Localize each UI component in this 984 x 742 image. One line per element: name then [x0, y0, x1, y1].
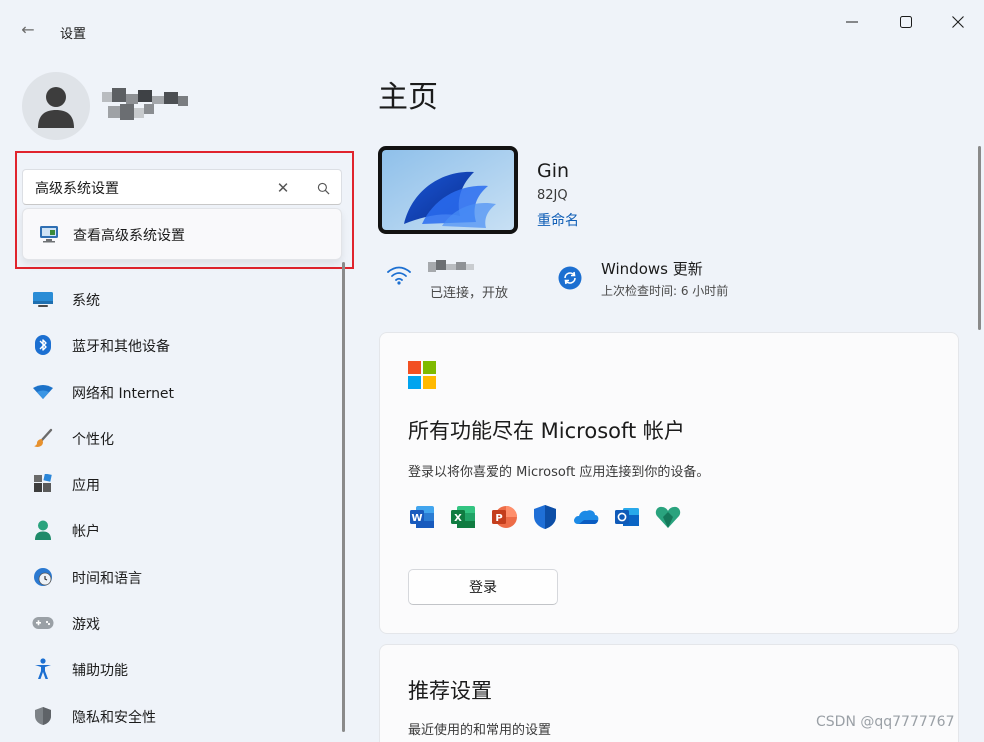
device-model: 82JQ — [537, 188, 568, 203]
app-icon-row: W X P — [408, 503, 682, 533]
sidebar-item-accounts[interactable]: 帐户 — [22, 507, 344, 553]
brush-icon — [32, 428, 54, 448]
card-title: 所有功能尽在 Microsoft 帐户 — [408, 419, 685, 443]
sidebar-item-personalization[interactable]: 个性化 — [22, 415, 344, 461]
monitor-icon — [32, 289, 54, 309]
card-title: 推荐设置 — [408, 679, 492, 703]
back-arrow-icon[interactable]: ← — [18, 20, 38, 40]
rename-link[interactable]: 重命名 — [537, 210, 579, 230]
word-icon: W — [410, 506, 434, 528]
powerpoint-icon: P — [492, 506, 517, 528]
search-input[interactable] — [35, 178, 265, 198]
device-name: Gin — [537, 160, 570, 182]
sidebar-item-label: 蓝牙和其他设备 — [72, 339, 170, 356]
sidebar-item-label: 游戏 — [72, 617, 100, 634]
card-description: 登录以将你喜爱的 Microsoft 应用连接到你的设备。 — [408, 465, 710, 480]
maximize-button[interactable] — [880, 0, 932, 44]
main-scrollbar[interactable] — [978, 146, 981, 330]
sidebar-item-privacy[interactable]: 隐私和安全性 — [22, 693, 344, 739]
search-icon[interactable] — [313, 178, 333, 198]
user-name-redacted — [102, 88, 188, 124]
sidebar-item-label: 系统 — [72, 293, 100, 309]
sidebar-item-system[interactable]: 系统 — [22, 276, 344, 322]
suggestion-label: 查看高级系统设置 — [73, 228, 185, 244]
bluetooth-icon — [32, 335, 54, 356]
search-suggestion[interactable]: 查看高级系统设置 — [22, 208, 342, 260]
globe-clock-icon — [32, 567, 54, 587]
title-bar: ← 设置 — [0, 0, 984, 48]
settings-window: ← 设置 ✕ — [0, 0, 984, 742]
sidebar-item-label: 时间和语言 — [72, 570, 142, 587]
device-thumbnail — [378, 146, 518, 234]
login-button[interactable]: 登录 — [408, 569, 558, 605]
svg-text:P: P — [495, 513, 502, 524]
sidebar-item-accessibility[interactable]: 辅助功能 — [22, 646, 344, 692]
person-silhouette-icon — [38, 87, 74, 128]
watermark: CSDN @qq7777767 — [816, 714, 955, 730]
update-subtitle: 上次检查时间: 6 小时前 — [601, 284, 729, 298]
microsoft-account-card: 所有功能尽在 Microsoft 帐户 登录以将你喜爱的 Microsoft 应… — [379, 332, 959, 634]
svg-text:W: W — [411, 513, 422, 524]
minimize-button[interactable] — [826, 0, 878, 44]
minimize-icon — [846, 21, 858, 23]
sidebar-item-apps[interactable]: 应用 — [22, 461, 344, 507]
update-title[interactable]: Windows 更新 — [601, 258, 703, 279]
windows-wallpaper-icon — [382, 150, 514, 230]
card-subtitle: 最近使用的和常用的设置 — [408, 723, 552, 738]
microsoft-logo-icon — [408, 361, 436, 389]
onedrive-icon — [574, 510, 599, 524]
excel-icon: X — [451, 506, 475, 528]
page-title: 主页 — [378, 80, 438, 115]
person-icon — [32, 520, 54, 541]
sidebar-item-label: 应用 — [72, 478, 100, 495]
network-status: 已连接，开放 — [430, 286, 509, 301]
sidebar-item-label: 网络和 Internet — [72, 385, 175, 402]
sidebar-item-network[interactable]: 网络和 Internet — [22, 369, 344, 415]
close-icon — [952, 16, 964, 28]
windows-update-icon — [558, 266, 582, 290]
wifi-icon — [387, 266, 411, 285]
nav-list: 系统 蓝牙和其他设备 网络和 Internet 个性化 应用 帐户 时间和语言 … — [22, 276, 344, 739]
close-button[interactable] — [932, 0, 984, 44]
sidebar-item-time-language[interactable]: 时间和语言 — [22, 554, 344, 600]
app-title: 设置 — [60, 27, 87, 42]
wifi-diamond-icon — [32, 382, 54, 402]
apps-icon — [32, 474, 54, 494]
sidebar-item-label: 辅助功能 — [72, 663, 128, 680]
shield-icon — [32, 706, 54, 726]
outlook-icon — [615, 508, 639, 526]
wifi-name-redacted — [428, 258, 474, 274]
system-properties-icon — [40, 226, 58, 243]
svg-text:X: X — [454, 513, 462, 524]
sidebar-item-bluetooth[interactable]: 蓝牙和其他设备 — [22, 322, 344, 368]
clear-icon[interactable]: ✕ — [273, 178, 293, 198]
sidebar-scrollbar[interactable] — [342, 262, 345, 732]
sidebar-item-label: 个性化 — [72, 431, 114, 448]
gamepad-icon — [32, 613, 54, 633]
sidebar-item-label: 帐户 — [72, 524, 100, 541]
accessibility-icon — [32, 658, 54, 680]
maximize-icon — [900, 16, 912, 28]
sidebar-item-gaming[interactable]: 游戏 — [22, 600, 344, 646]
defender-icon — [534, 505, 556, 529]
search-box[interactable]: ✕ — [22, 169, 342, 205]
sidebar-item-label: 隐私和安全性 — [72, 709, 156, 726]
avatar[interactable] — [22, 72, 90, 140]
family-icon — [655, 506, 681, 528]
